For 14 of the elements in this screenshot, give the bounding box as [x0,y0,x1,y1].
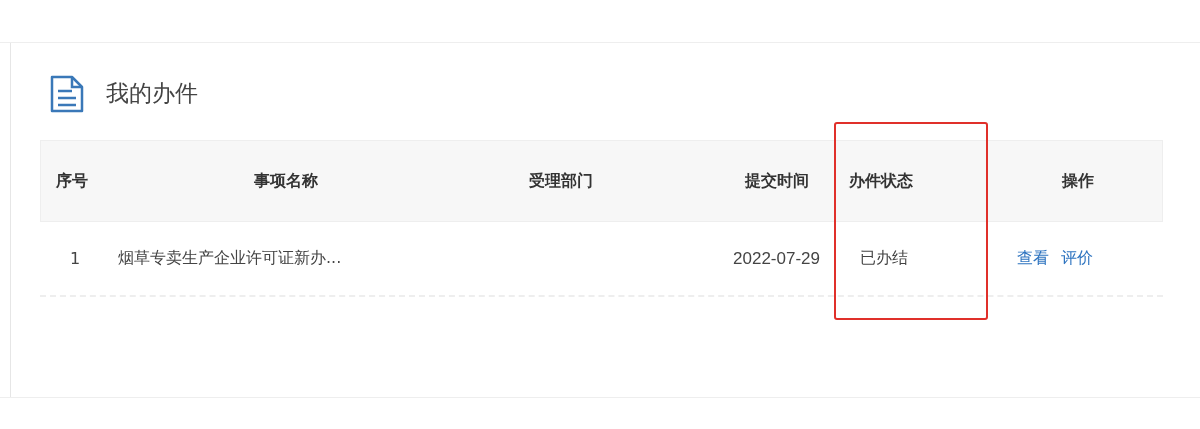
column-header: 事项名称 [254,170,318,192]
table-cell: 已办结 [860,248,908,267]
action-link[interactable]: 评价 [1061,248,1093,269]
column-header: 受理部门 [529,170,593,192]
table-cell: 1 [69,249,81,268]
column-header: 办件状态 [849,170,913,192]
table-cell: 2022-07-29 [733,248,820,268]
table-cell: 烟草专卖生产企业许可证新办... [118,248,342,267]
panel-title: 我的办件 [106,79,198,108]
document-icon [50,74,84,113]
column-header: 操作 [1061,170,1094,192]
action-link[interactable]: 查看 [1017,248,1049,269]
column-header: 提交时间 [745,170,809,192]
column-header: 序号 [56,170,88,192]
